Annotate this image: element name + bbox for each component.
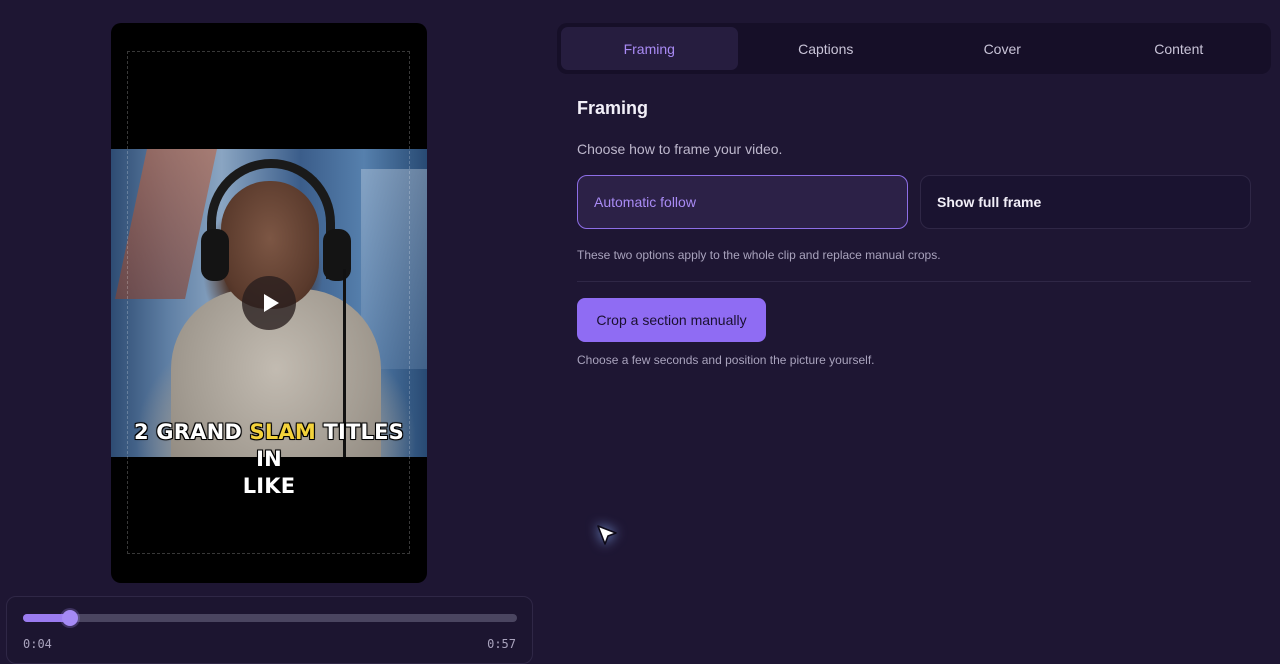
section-title: Framing xyxy=(577,98,649,118)
mouse-cursor-icon xyxy=(597,525,617,545)
tab-captions[interactable]: Captions xyxy=(738,27,915,70)
show-full-frame-option[interactable]: Show full frame xyxy=(920,175,1251,229)
timeline-handle[interactable] xyxy=(61,610,78,626)
crop-manually-button[interactable]: Crop a section manually xyxy=(577,298,766,342)
tab-content[interactable]: Content xyxy=(1091,27,1268,70)
timeline-scrubber: 0:04 0:57 xyxy=(6,596,533,664)
tab-framing[interactable]: Framing xyxy=(561,27,738,70)
duration-time: 0:57 xyxy=(487,637,516,651)
play-icon xyxy=(263,294,279,312)
section-description: Choose how to frame your video. xyxy=(577,141,783,157)
timeline-track[interactable] xyxy=(23,610,517,626)
editor-tabs: Framing Captions Cover Content xyxy=(557,23,1271,74)
crop-note: Choose a few seconds and position the pi… xyxy=(577,353,875,367)
options-note: These two options apply to the whole cli… xyxy=(577,248,941,262)
caption-line-3: LIKE xyxy=(242,474,296,498)
caption-highlight-word: SLAM xyxy=(249,420,316,444)
caption-line-1: 2 GRAND SLAM TITLES xyxy=(133,420,404,444)
divider xyxy=(577,281,1251,282)
video-preview[interactable]: 2 GRAND SLAM TITLES IN LIKE xyxy=(111,23,427,583)
tab-cover[interactable]: Cover xyxy=(914,27,1091,70)
play-button[interactable] xyxy=(242,276,296,330)
automatic-follow-option[interactable]: Automatic follow xyxy=(577,175,908,229)
current-time: 0:04 xyxy=(23,637,52,651)
caption-line-2: IN xyxy=(256,447,282,471)
app-root: 2 GRAND SLAM TITLES IN LIKE 0:04 0:57 Fr… xyxy=(0,0,1280,664)
